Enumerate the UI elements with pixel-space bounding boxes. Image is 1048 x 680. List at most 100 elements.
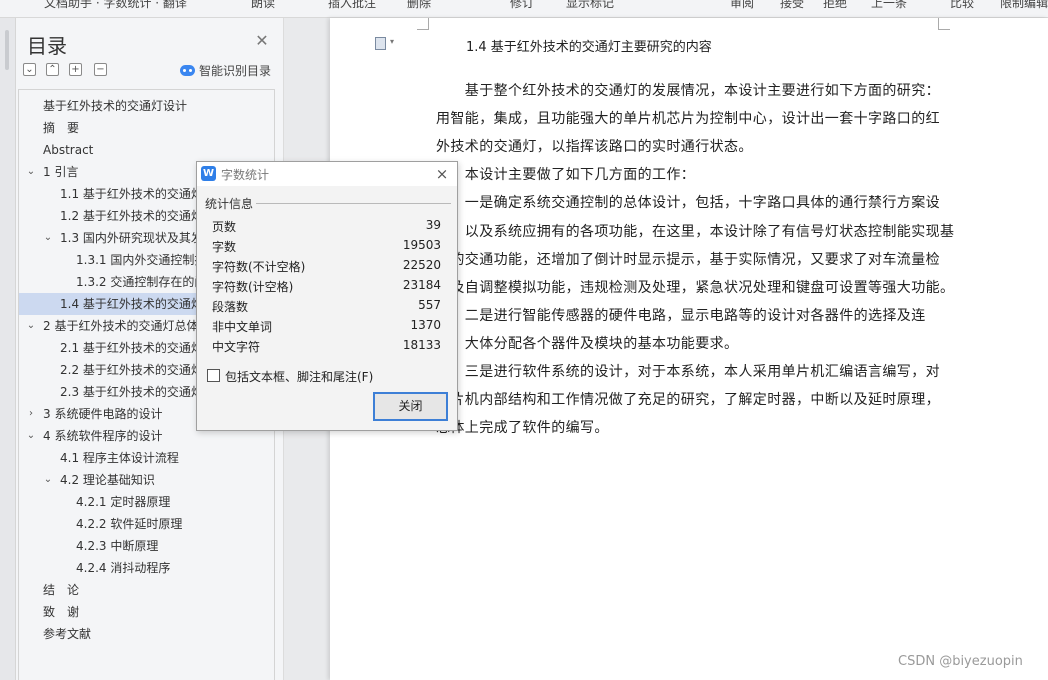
left-sidebar-strip xyxy=(0,18,16,680)
toolbar-item[interactable]: 修订 xyxy=(510,0,534,11)
dialog-titlebar[interactable]: W 字数统计 × xyxy=(197,162,457,186)
robot-icon xyxy=(180,65,195,76)
ribbon-toolbar: 文档助手 · 字数统计 · 翻译 朗读 插入批注 删除 修订 显示标记 审阅 接受 拒绝 上一条 比… xyxy=(0,0,1048,18)
crop-mark xyxy=(417,18,429,30)
toc-item-label: 4.2 理论基础知识 xyxy=(60,473,155,487)
remove-heading-icon[interactable]: − xyxy=(94,63,107,76)
stat-label: 字符数(不计空格) xyxy=(212,260,306,274)
chevron-down-icon[interactable]: ⌄ xyxy=(25,425,37,447)
toc-item[interactable]: 4.2.4 消抖动程序 xyxy=(19,557,274,579)
toc-item-label: 4 系统软件程序的设计 xyxy=(43,429,163,443)
document-line: 总体上完成了软件的编写。 xyxy=(436,420,609,437)
toc-item-label: 摘 要 xyxy=(43,121,80,135)
stat-value: 1370 xyxy=(410,318,441,332)
toolbar-item[interactable]: 比较 xyxy=(950,0,974,11)
stat-value: 18133 xyxy=(402,338,441,352)
toc-item-label: 结 论 xyxy=(43,583,80,597)
document-line: 一是确定系统交通控制的总体设计，包括，十字路口具体的通行禁行方案设 xyxy=(436,195,940,212)
toolbar-item[interactable]: 删除 xyxy=(407,0,431,11)
toc-item-label: 2.1 基于红外技术的交通灯 xyxy=(60,341,203,355)
document-line: 单片机内部结构和工作情况做了充足的研究，了解定时器，中断以及延时原理， xyxy=(436,392,940,409)
section-heading: 1.4 基于红外技术的交通灯主要研究的内容 xyxy=(466,40,712,55)
document-line: 三是进行软件系统的设计，对于本系统，本人采用单片机汇编语言编写，对 xyxy=(436,364,940,380)
collapse-all-icon[interactable]: ⌄ xyxy=(23,63,36,76)
document-line: 用智能，集成，且功能强大的单片机芯片为控制中心，设计出一套十字路口的红 xyxy=(436,111,940,128)
expand-all-icon[interactable]: ⌃ xyxy=(46,63,59,76)
include-textbox-checkbox[interactable] xyxy=(207,369,220,382)
toc-item-label: 4.2.2 软件延时原理 xyxy=(76,517,183,531)
chevron-down-icon[interactable]: ⌄ xyxy=(25,315,37,337)
stat-label: 字符数(计空格) xyxy=(212,280,294,294)
toc-title: 目录 xyxy=(27,34,67,58)
paragraph-menu-icon[interactable]: ▾ xyxy=(375,37,401,51)
stat-label: 页数 xyxy=(212,220,237,234)
toc-item-label: 1.4 基于红外技术的交通灯 xyxy=(60,297,203,311)
toc-item-label: 2 基于红外技术的交通灯总体 xyxy=(43,319,199,333)
toc-item-label: 4.2.4 消抖动程序 xyxy=(76,561,171,575)
stat-label: 段落数 xyxy=(212,300,249,314)
section-divider xyxy=(256,203,451,204)
smart-toc-label: 智能识别目录 xyxy=(199,64,272,78)
toolbar-item[interactable]: 审阅 xyxy=(730,0,754,11)
toc-item[interactable]: Abstract xyxy=(19,139,274,161)
toc-item[interactable]: 4.2.3 中断原理 xyxy=(19,535,274,557)
toc-item[interactable]: 结 论 xyxy=(19,579,274,601)
include-textbox-label[interactable]: 包括文本框、脚注和尾注(F) xyxy=(225,368,373,385)
close-icon[interactable]: ✕ xyxy=(254,33,270,49)
toolbar-item[interactable]: 限制编辑 xyxy=(1000,0,1048,11)
close-button[interactable]: 关闭 xyxy=(373,392,448,421)
toolbar-item[interactable]: 上一条 xyxy=(871,0,907,11)
toc-item-label: 1.2 基于红外技术的交通灯 xyxy=(60,209,203,223)
sidebar-grip[interactable] xyxy=(5,30,9,70)
document-line: 本设计主要做了如下几方面的工作： xyxy=(436,167,696,184)
toc-item[interactable]: 4.1 程序主体设计流程 xyxy=(19,447,274,469)
chevron-down-icon[interactable]: ⌄ xyxy=(25,161,37,183)
document-line: 线，大体分配各个器件及模块的基本功能要求。 xyxy=(436,335,739,352)
document-line: 基于整个红外技术的交通灯的发展情况，本设计主要进行如下方面的研究： xyxy=(436,83,940,99)
toc-item-label: 1.3.1 国内外交通控制技 xyxy=(76,253,207,267)
word-count-dialog: W 字数统计 × 统计信息 页数 39 字数 19503 字符数(不计空格) 22520 字… xyxy=(196,161,458,431)
toolbar-item[interactable]: 朗读 xyxy=(251,0,275,11)
toc-item-label: 2.3 基于红外技术的交通灯 xyxy=(60,385,203,399)
document-line: 外技术的交通灯，以指挥该路口的实时通行状态。 xyxy=(436,139,753,156)
toc-item-label: 1 引言 xyxy=(43,165,79,179)
toc-item[interactable]: 参考文献 xyxy=(19,623,274,645)
chevron-down-icon[interactable]: ⌄ xyxy=(42,227,54,249)
close-icon[interactable]: × xyxy=(434,165,450,183)
smart-toc-button[interactable]: 智能识别目录 xyxy=(180,62,271,79)
chevron-down-icon[interactable]: ⌄ xyxy=(42,469,54,491)
toc-item-label: 致 谢 xyxy=(43,605,80,619)
toc-item[interactable]: 致 谢 xyxy=(19,601,274,623)
toc-item[interactable]: 摘 要 xyxy=(19,117,274,139)
toc-item[interactable]: 4.2.1 定时器原理 xyxy=(19,491,274,513)
toc-item-label: 1.3.2 交通控制存在的问 xyxy=(76,275,207,289)
stat-value: 39 xyxy=(425,218,441,232)
toolbar-item[interactable]: 显示标记 xyxy=(566,0,614,11)
stats-section-label: 统计信息 xyxy=(205,197,254,211)
toc-item-label: 4.2.1 定时器原理 xyxy=(76,495,171,509)
add-heading-icon[interactable]: + xyxy=(69,63,82,76)
toolbar-item[interactable]: 接受 xyxy=(780,0,804,11)
toc-item-label: 3 系统硬件电路的设计 xyxy=(43,407,163,421)
stat-label: 中文字符 xyxy=(212,340,261,354)
toolbar-item[interactable]: 文档助手 · 字数统计 · 翻译 xyxy=(44,0,187,11)
stat-value: 557 xyxy=(418,298,441,312)
chevron-right-icon[interactable]: › xyxy=(25,403,37,425)
toc-item-label: 1.1 基于红外技术的交通灯 xyxy=(60,187,203,201)
toc-item-label: 4.2.3 中断原理 xyxy=(76,539,159,553)
toc-item-label: Abstract xyxy=(43,143,94,157)
watermark-text: CSDN @biyezuopin xyxy=(898,654,1023,669)
toc-item[interactable]: ⌄ 4.2 理论基础知识 xyxy=(19,469,274,491)
wps-logo-icon: W xyxy=(201,166,216,181)
toolbar-item[interactable]: 插入批注 xyxy=(328,0,376,11)
toc-item[interactable]: 4.2.2 软件延时原理 xyxy=(19,513,274,535)
toc-item-label: 4.1 程序主体设计流程 xyxy=(60,451,179,465)
document-line: 测及自调整模拟功能，违规检测及处理，紧急状况处理和键盘可设置等强大功能。 xyxy=(436,279,955,296)
document-line: 本的交通功能，还增加了倒计时显示提示，基于实际情况，又要求了对车流量检 xyxy=(436,251,940,268)
toc-item[interactable]: 基于红外技术的交通灯设计 xyxy=(19,95,274,117)
crop-mark xyxy=(938,18,950,30)
stat-label: 字数 xyxy=(212,240,237,254)
document-line: 二是进行智能传感器的硬件电路，显示电路等的设计对各器件的选择及连 xyxy=(436,307,926,324)
toolbar-item[interactable]: 拒绝 xyxy=(823,0,847,11)
toc-item-label: 基于红外技术的交通灯设计 xyxy=(43,99,188,113)
